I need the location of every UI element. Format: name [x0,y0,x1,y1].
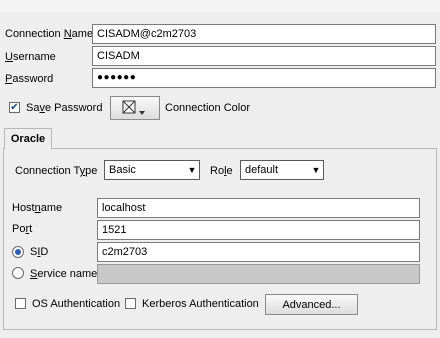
connection-color-button[interactable] [110,96,160,120]
password-label: Password [5,72,53,86]
os-auth-label[interactable]: OS Authentication [32,297,120,311]
save-password-label-pre: Sa [26,102,40,114]
connection-name-label-pre: Connection [5,28,64,40]
username-mnemonic: U [5,51,13,63]
role-select[interactable]: default ▼ [240,160,324,180]
connection-type-label-pre: Connection T [15,165,80,177]
connection-type-select[interactable]: Basic ▼ [104,160,200,180]
service-name-radio[interactable] [12,267,24,279]
save-password-label-post: e Password [44,102,103,114]
username-input[interactable]: CISADM [92,46,436,66]
color-picker-icon [122,100,145,115]
port-input[interactable]: 1521 [97,220,420,240]
service-name-input[interactable] [97,264,420,284]
corner-mark: '' [430,0,434,5]
port-label-pre: Po [12,223,26,235]
kerberos-auth-label[interactable]: Kerberos Authentication [142,297,259,311]
hostname-label-post: ame [40,202,63,214]
connection-name-mnemonic: N [63,28,72,40]
connection-color-label: Connection Color [165,102,250,114]
role-label-post: e [226,165,233,177]
port-label: Port [12,222,32,236]
hostname-label: Hostname [12,201,62,215]
top-strip: '' [0,0,440,12]
role-value: default [245,164,279,176]
radio-dot-icon [15,249,21,255]
advanced-button[interactable]: Advanced... [265,294,358,315]
password-label-post: assword [12,73,54,85]
chevron-down-icon: ▼ [187,165,197,175]
connection-name-label: Connection Name [5,27,93,41]
sid-label[interactable]: SID [30,245,48,259]
kerberos-auth-checkbox[interactable] [125,298,136,309]
connection-type-label: Connection Type [15,164,97,178]
sid-label-post: D [40,246,49,258]
save-password-checkbox[interactable]: ✔ [9,102,20,113]
connection-name-label-post: ame [71,28,94,40]
service-name-label[interactable]: Service name [30,267,97,281]
connection-type-label-post: pe [85,165,98,177]
checkmark-icon: ✔ [10,101,19,113]
connection-name-input[interactable]: CISADM@c2m2703 [92,24,436,44]
hostname-label-pre: Host [12,202,35,214]
tab-oracle[interactable]: Oracle [4,128,52,149]
role-label: Role [210,164,233,178]
chevron-down-icon: ▼ [311,165,321,175]
advanced-button-label: Advanced... [282,298,341,311]
sid-radio[interactable] [12,246,24,258]
username-label-post: sername [12,51,56,63]
service-name-label-post: ervice name [37,268,98,280]
hostname-input[interactable]: localhost [97,198,420,218]
save-password-label[interactable]: Save Password [26,101,102,115]
connection-type-value: Basic [109,164,136,176]
tab-oracle-label: Oracle [10,133,46,145]
username-label: Username [5,50,56,64]
os-auth-checkbox[interactable] [15,298,26,309]
role-label-pre: Ro [210,165,225,177]
password-input[interactable]: ●●●●●● [92,68,436,88]
sid-input[interactable]: c2m2703 [97,242,420,262]
port-label-post: t [29,223,33,235]
